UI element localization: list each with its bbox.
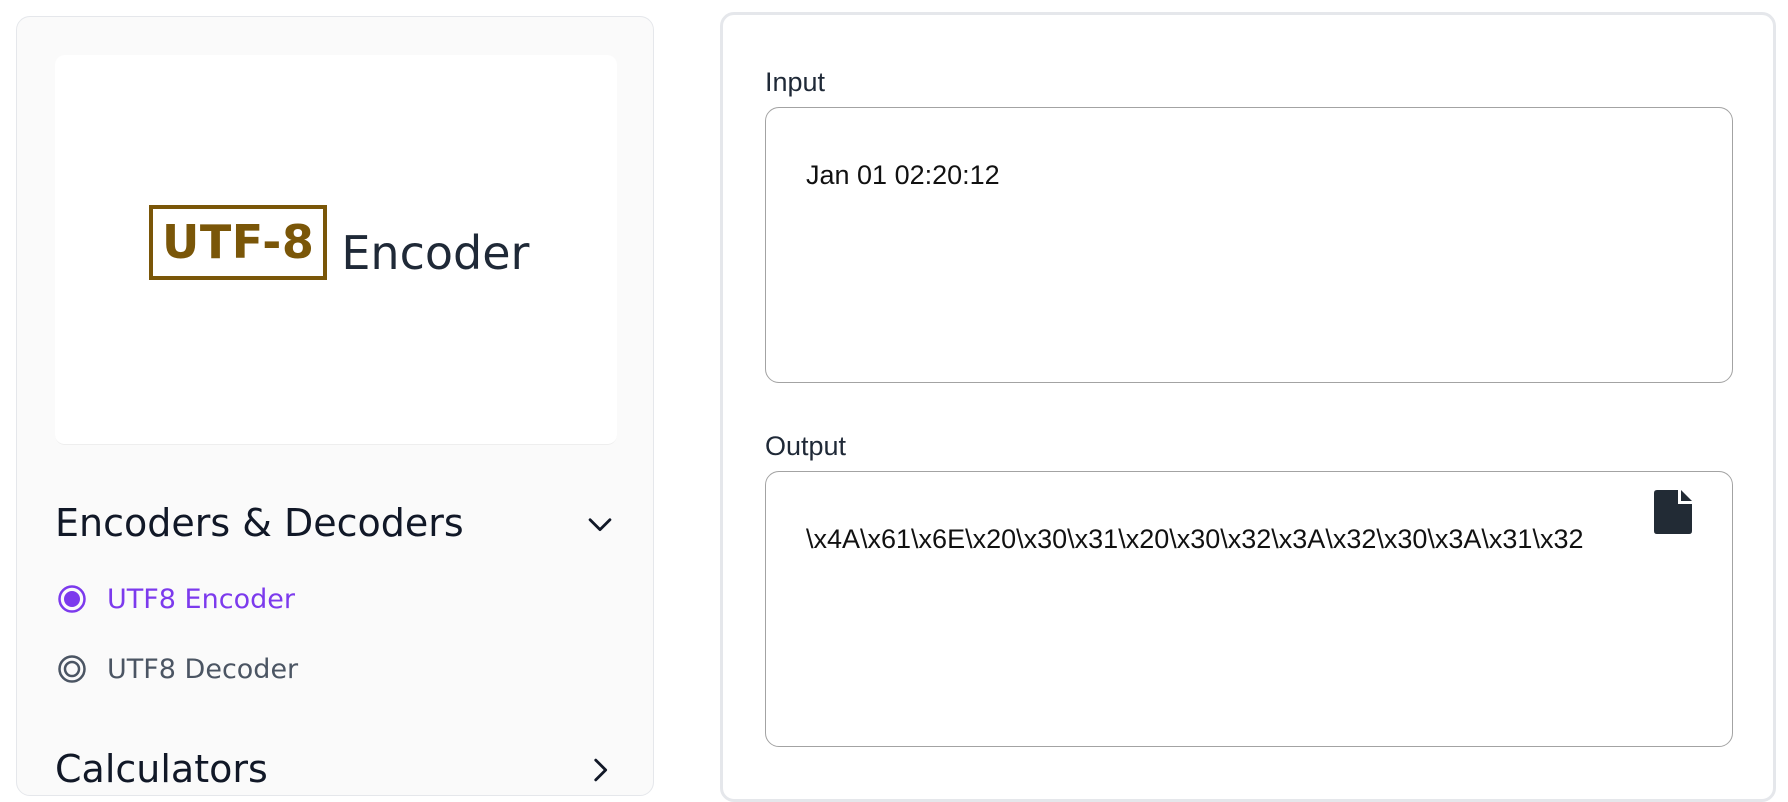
logo-wordmark: Encoder — [341, 225, 530, 280]
radio-unselected-icon — [58, 655, 86, 683]
document-icon[interactable] — [1654, 490, 1692, 534]
sidebar-item-utf8-decoder[interactable]: UTF8 Decoder — [57, 654, 298, 684]
sidebar-item-label: UTF8 Encoder — [107, 583, 295, 615]
output-box[interactable]: \x4A\x61\x6E\x20\x30\x31\x20\x30\x32\x3A… — [765, 471, 1733, 747]
chevron-down-icon — [588, 518, 612, 531]
logo[interactable]: UTF-8 Encoder — [149, 205, 529, 280]
output-label: Output — [765, 431, 847, 461]
sidebar-item-label: UTF8 Decoder — [107, 653, 299, 685]
section-title: Calculators — [55, 747, 268, 791]
section-title: Encoders & Decoders — [55, 501, 464, 545]
input-label: Input — [765, 67, 826, 97]
output-text: \x4A\x61\x6E\x20\x30\x31\x20\x30\x32\x3A… — [806, 524, 1584, 554]
section-header-encoders-decoders[interactable]: Encoders & Decoders — [55, 501, 621, 547]
chevron-right-icon — [594, 758, 608, 782]
main-panel: Input Jan 01 02:20:12 Output \x4A\x61\x6… — [720, 12, 1776, 802]
input-textarea[interactable]: Jan 01 02:20:12 — [765, 107, 1733, 383]
sidebar-item-utf8-encoder[interactable]: UTF8 Encoder — [57, 584, 295, 614]
radio-selected-icon — [58, 585, 86, 613]
logo-badge: UTF-8 — [149, 205, 328, 280]
section-header-calculators[interactable]: Calculators — [55, 747, 621, 793]
sidebar: UTF-8 Encoder Encoders & Decoders UTF8 E… — [16, 16, 654, 796]
